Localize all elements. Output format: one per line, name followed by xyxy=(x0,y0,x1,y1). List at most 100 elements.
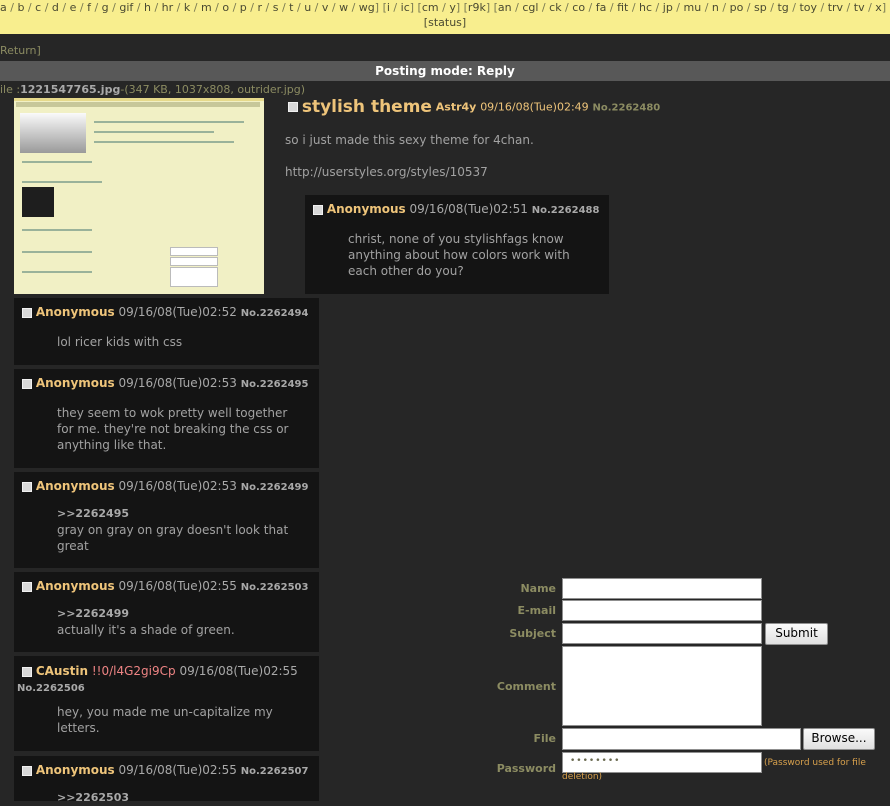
reply-header: Anonymous 09/16/08(Tue)02:52 No.2262494 xyxy=(22,305,322,319)
reply-body-line: lol ricer kids with css xyxy=(57,335,183,349)
submit-button[interactable]: Submit xyxy=(765,623,828,645)
file-label: File xyxy=(533,732,556,745)
name-label: Name xyxy=(520,582,556,595)
thumb-text-line xyxy=(22,271,92,273)
board-link[interactable]: tg xyxy=(777,1,788,14)
email-label: E-mail xyxy=(517,604,556,617)
reply-body-line: great xyxy=(57,539,89,553)
board-link[interactable]: gif xyxy=(119,1,133,14)
reply-header: Anonymous 09/16/08(Tue)02:55 No.2262507 xyxy=(22,763,322,777)
board-link[interactable]: fit xyxy=(617,1,628,14)
file-input[interactable] xyxy=(562,728,801,750)
board-link[interactable]: trv xyxy=(828,1,843,14)
board-link[interactable]: mu xyxy=(684,1,702,14)
board-link[interactable]: n xyxy=(712,1,719,14)
reply-body: christ, none of you stylishfags know any… xyxy=(348,231,570,279)
reply-delete-checkbox[interactable] xyxy=(22,307,32,318)
board-link[interactable]: fa xyxy=(596,1,607,14)
reply-header: Anonymous 09/16/08(Tue)02:53 No.2262499 xyxy=(22,479,322,493)
quote-link[interactable]: >>2262499 xyxy=(57,606,235,622)
board-link[interactable]: d xyxy=(52,1,59,14)
board-link[interactable]: cgl xyxy=(522,1,538,14)
comment-textarea[interactable] xyxy=(562,646,762,726)
op-delete-checkbox[interactable] xyxy=(288,102,298,112)
reply-poster-name: Anonymous xyxy=(35,479,115,493)
quote-link[interactable]: >>2262495 xyxy=(57,506,288,522)
reply-post-number[interactable]: No.2262488 xyxy=(532,205,600,216)
reply-body: hey, you made me un-capitalize my letter… xyxy=(57,704,273,736)
thumb-text-line xyxy=(22,251,92,253)
name-input[interactable] xyxy=(562,578,762,599)
email-input[interactable] xyxy=(562,600,762,621)
board-link[interactable]: p xyxy=(240,1,247,14)
reply-post: Anonymous 09/16/08(Tue)02:53 No.2262499 … xyxy=(14,472,319,568)
reply-body: they seem to wok pretty well together fo… xyxy=(57,405,289,453)
quote-link[interactable]: >>2262503 xyxy=(57,790,129,806)
reply-post-number[interactable]: No.2262507 xyxy=(241,766,309,777)
reply-post-number[interactable]: No.2262495 xyxy=(241,379,309,390)
op-thumbnail[interactable] xyxy=(14,98,264,294)
board-link[interactable]: g xyxy=(102,1,109,14)
reply-body: >>2262503 xyxy=(57,790,129,806)
status-link[interactable]: status xyxy=(428,16,462,29)
board-link[interactable]: a xyxy=(0,1,7,14)
op-body-line: so i just made this sexy theme for 4chan… xyxy=(285,133,534,147)
reply-delete-checkbox[interactable] xyxy=(22,481,32,492)
thumb-text-line xyxy=(94,121,244,123)
board-link[interactable]: ck xyxy=(549,1,561,14)
board-link[interactable]: tv xyxy=(854,1,865,14)
reply-delete-checkbox[interactable] xyxy=(22,378,32,389)
thumb-field xyxy=(170,247,218,256)
reply-body-line: christ, none of you stylishfags know xyxy=(348,232,564,246)
reply-poster-name: CAustin xyxy=(35,664,88,678)
reply-delete-checkbox[interactable] xyxy=(22,581,32,592)
password-note: (Password used for file deletion) xyxy=(562,758,866,782)
board-link[interactable]: ic xyxy=(401,1,410,14)
board-link[interactable]: hc xyxy=(639,1,652,14)
reply-header: CAustin !!0/l4G2gi9Cp 09/16/08(Tue)02:55… xyxy=(17,663,312,697)
reply-date: 09/16/08(Tue)02:55 xyxy=(118,763,237,777)
thumb-text-line xyxy=(94,131,214,133)
subject-input[interactable] xyxy=(562,623,762,644)
file-name-link[interactable]: 1221547765.jpg xyxy=(20,83,120,96)
board-link[interactable]: m xyxy=(201,1,212,14)
reply-post: CAustin !!0/l4G2gi9Cp 09/16/08(Tue)02:55… xyxy=(14,656,319,751)
reply-delete-checkbox[interactable] xyxy=(22,765,32,776)
reply-body-line: anything like that. xyxy=(57,438,167,452)
board-nav: a / b / c / d / e / f / g / gif / h / hr… xyxy=(0,0,890,34)
thumb-text-line xyxy=(94,141,234,143)
board-link[interactable]: toy xyxy=(799,1,817,14)
op-date: 09/16/08(Tue)02:49 xyxy=(480,100,589,114)
reply-date: 09/16/08(Tue)02:53 xyxy=(118,376,237,390)
reply-post-number[interactable]: No.2262494 xyxy=(241,308,309,319)
board-link[interactable]: sp xyxy=(754,1,767,14)
board-link[interactable]: po xyxy=(730,1,744,14)
return-link[interactable]: Return xyxy=(0,44,37,57)
reply-post-number[interactable]: No.2262499 xyxy=(241,482,309,493)
reply-post-number[interactable]: No.2262503 xyxy=(241,582,309,593)
reply-delete-checkbox[interactable] xyxy=(22,666,32,677)
file-label: ile : xyxy=(0,83,21,96)
reply-body: lol ricer kids with css xyxy=(57,334,182,350)
reply-post-number[interactable]: No.2262506 xyxy=(17,683,85,694)
password-label: Password xyxy=(496,762,556,775)
status-link-wrap: [status] xyxy=(423,16,467,29)
board-link[interactable]: jp xyxy=(663,1,673,14)
board-link[interactable]: h xyxy=(144,1,151,14)
thumb-text-line xyxy=(22,161,92,163)
board-link[interactable]: co xyxy=(572,1,585,14)
board-link[interactable]: w xyxy=(339,1,348,14)
board-link[interactable]: wg xyxy=(359,1,375,14)
board-link[interactable]: cm xyxy=(422,1,439,14)
op-body-link[interactable]: http://userstyles.org/styles/10537 xyxy=(285,165,488,179)
reply-date: 09/16/08(Tue)02:55 xyxy=(118,579,237,593)
board-link[interactable]: hr xyxy=(162,1,174,14)
reply-delete-checkbox[interactable] xyxy=(313,204,323,215)
reply-poster-name: Anonymous xyxy=(35,763,115,777)
browse-button[interactable]: Browse... xyxy=(803,728,875,750)
board-link[interactable]: r9k xyxy=(468,1,486,14)
reply-date: 09/16/08(Tue)02:51 xyxy=(409,202,528,216)
reply-body-line: hey, you made me un-capitalize my xyxy=(57,705,273,719)
op-post-number[interactable]: No.2262480 xyxy=(593,103,661,114)
board-link[interactable]: an xyxy=(498,1,512,14)
